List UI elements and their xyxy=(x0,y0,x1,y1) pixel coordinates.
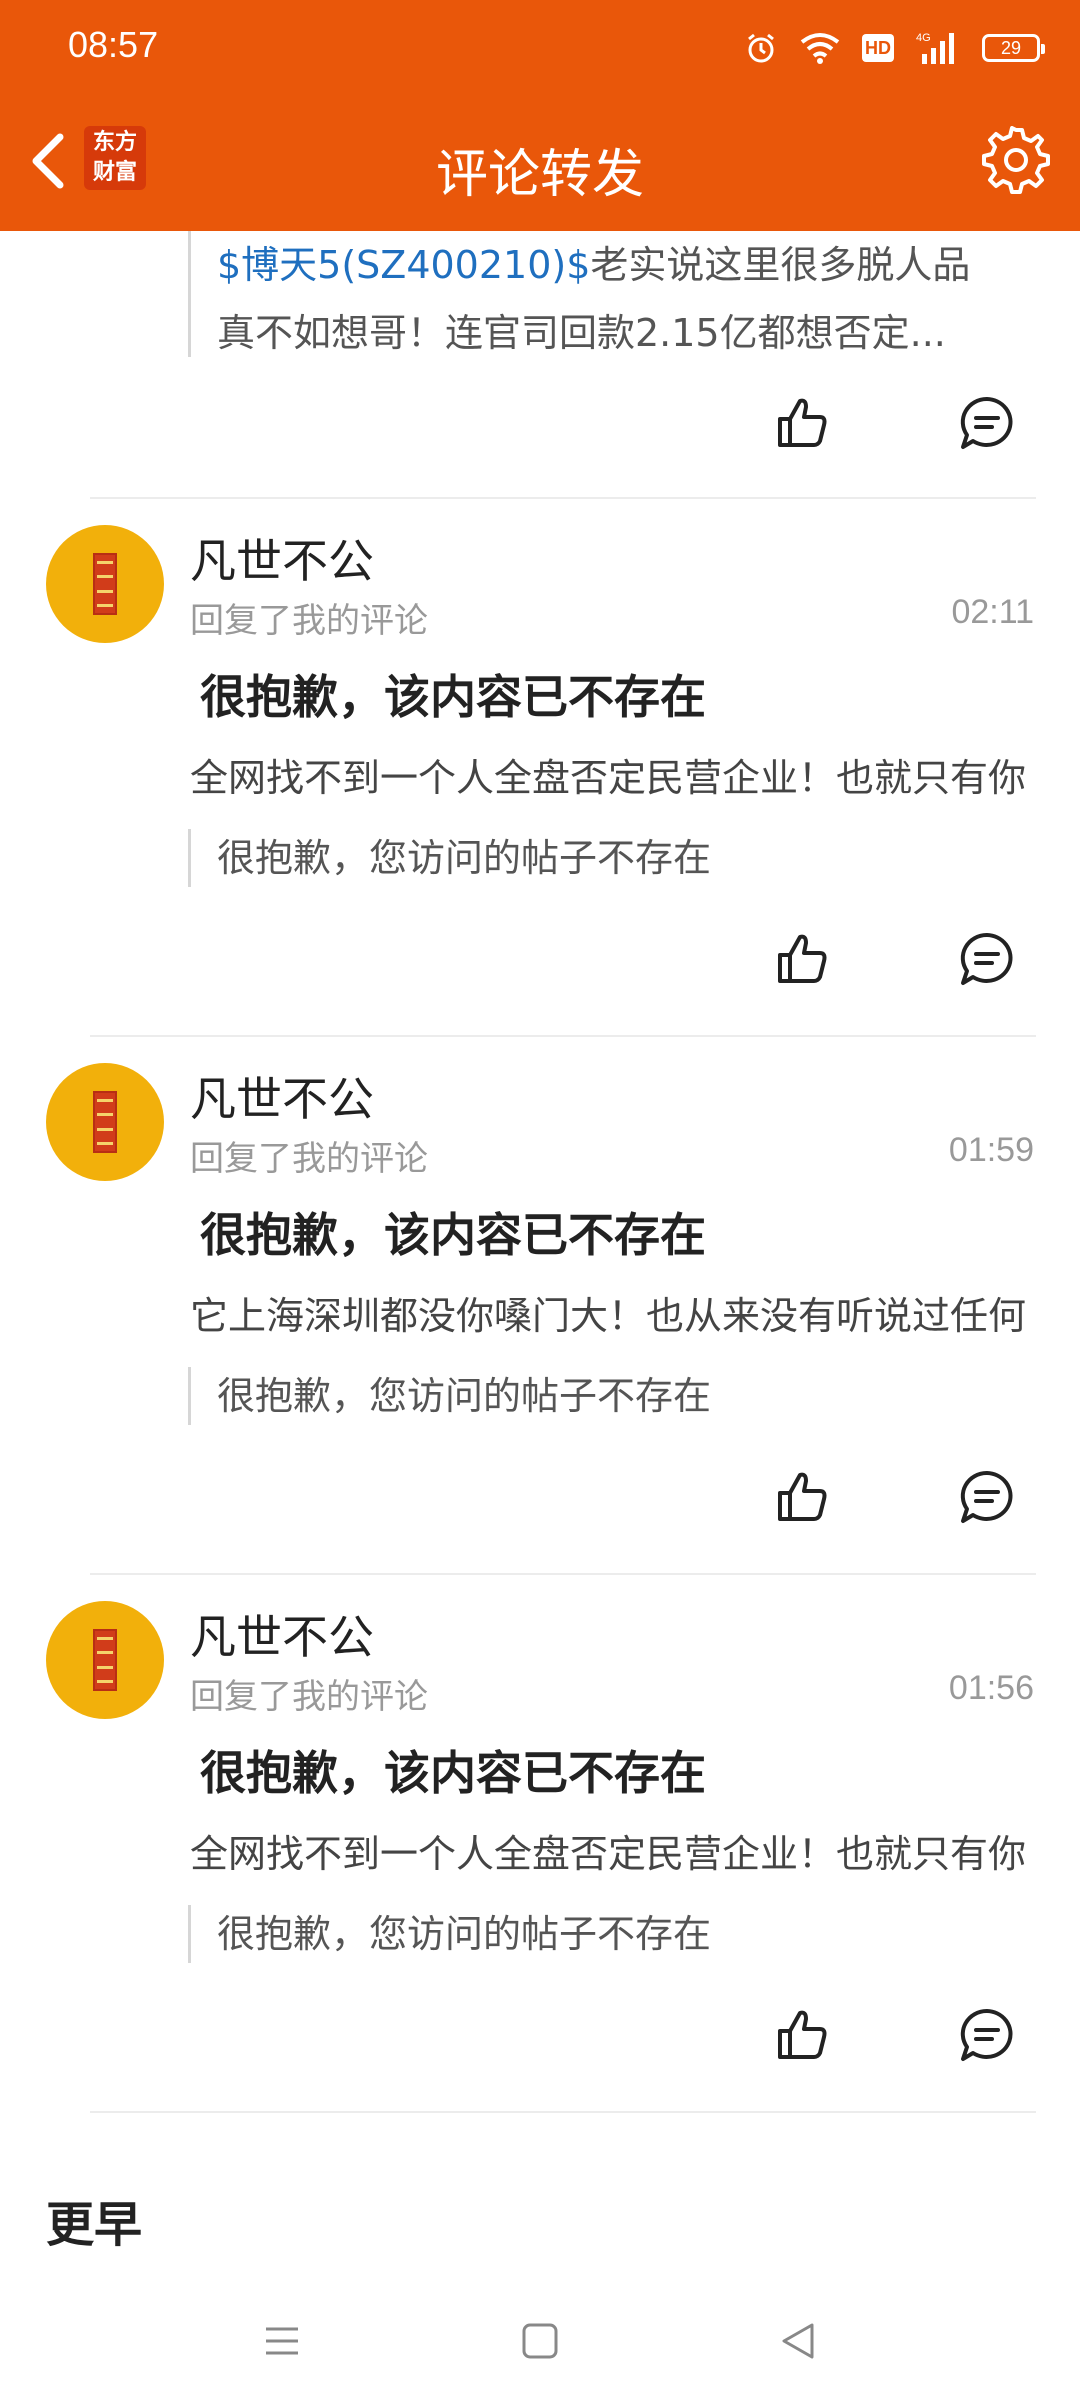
quote-text: 很抱歉，您访问的帖子不存在 xyxy=(217,1912,712,1956)
list-item[interactable]: 凡世不公 回复了我的评论 01:56 很抱歉，该内容已不存在 全网找不到一个人全… xyxy=(0,1575,1080,2111)
comment-button[interactable] xyxy=(955,391,1019,455)
comment-bubble-icon xyxy=(960,2008,1013,2061)
quoted-post[interactable]: 很抱歉，您访问的帖子不存在 xyxy=(188,1905,1038,1963)
quote-text: 很抱歉，您访问的帖子不存在 xyxy=(217,1374,712,1418)
quote-text: 老实说这里很多脱人品 xyxy=(590,243,971,287)
like-button[interactable] xyxy=(770,927,834,991)
seal-graphic xyxy=(93,1629,117,1691)
nav-bar: 东方 财富 评论转发 xyxy=(0,96,1080,231)
status-bar: 08:57 HD 4G 29 xyxy=(0,0,1080,96)
like-button[interactable] xyxy=(770,391,834,455)
thumbs-up-icon xyxy=(778,2010,827,2059)
list-item[interactable]: 凡世不公 回复了我的评论 02:11 很抱歉，该内容已不存在 全网找不到一个人全… xyxy=(0,499,1080,1035)
comment-bubble-icon xyxy=(960,1470,1013,1523)
comment-button[interactable] xyxy=(955,927,1019,991)
top-bar: 08:57 HD 4G 29 东方 财富 评论转发 xyxy=(0,0,1080,231)
quoted-post[interactable]: $博天5(SZ400210)$老实说这里很多脱人品 真不如想哥！连官司回款2.1… xyxy=(188,231,1038,357)
quote-text: 很抱歉，您访问的帖子不存在 xyxy=(217,836,712,880)
system-back-button[interactable] xyxy=(768,2311,828,2371)
action-text: 回复了我的评论 xyxy=(190,1139,428,1179)
alarm-icon xyxy=(744,31,778,65)
thumbs-up-icon xyxy=(778,934,827,983)
stock-tag-link[interactable]: $博天5(SZ400210)$ xyxy=(217,243,590,287)
thumbs-up-icon xyxy=(778,1472,827,1521)
seal-graphic xyxy=(93,1091,117,1153)
gear-icon xyxy=(982,126,1050,194)
triangle-back-icon xyxy=(782,2323,814,2359)
settings-button[interactable] xyxy=(980,124,1052,196)
wifi-icon xyxy=(800,32,840,64)
quoted-post[interactable]: 很抱歉，您访问的帖子不存在 xyxy=(188,1367,1038,1425)
hd-badge: HD xyxy=(862,34,894,62)
headline[interactable]: 很抱歉，该内容已不存在 xyxy=(200,1737,706,1803)
avatar[interactable] xyxy=(46,1063,164,1181)
timestamp: 01:59 xyxy=(948,1131,1034,1169)
headline[interactable]: 很抱歉，该内容已不存在 xyxy=(200,1199,706,1265)
comment-button[interactable] xyxy=(955,2003,1019,2067)
comment-bubble-icon xyxy=(960,396,1013,449)
username[interactable]: 凡世不公 xyxy=(190,1601,374,1667)
menu-icon xyxy=(266,2327,298,2355)
system-nav-bar xyxy=(0,2271,1080,2400)
action-text: 回复了我的评论 xyxy=(190,601,428,641)
quoted-post[interactable]: 很抱歉，您访问的帖子不存在 xyxy=(188,829,1038,887)
headline[interactable]: 很抱歉，该内容已不存在 xyxy=(200,661,706,727)
timestamp: 02:11 xyxy=(951,593,1034,631)
avatar[interactable] xyxy=(46,525,164,643)
section-header-earlier: 更早 xyxy=(46,2197,143,2253)
reply-text[interactable]: 全网找不到一个人全盘否定民营企业！也就只有你 xyxy=(190,1823,1036,1878)
quote-text-line2: 真不如想哥！连官司回款2.15亿都想否定... xyxy=(217,311,946,355)
page-title: 评论转发 xyxy=(435,145,644,205)
like-button[interactable] xyxy=(770,2003,834,2067)
comment-bubble-icon xyxy=(960,932,1013,985)
home-square-icon xyxy=(522,2323,558,2359)
reply-text[interactable]: 全网找不到一个人全盘否定民营企业！也就只有你 xyxy=(190,747,1036,802)
svg-text:4G: 4G xyxy=(916,32,931,44)
status-icons: HD 4G 29 xyxy=(744,28,1045,68)
home-button[interactable] xyxy=(510,2311,570,2371)
battery-indicator: 29 xyxy=(982,34,1045,62)
thumbs-up-icon xyxy=(778,398,827,447)
avatar[interactable] xyxy=(46,1601,164,1719)
reply-text[interactable]: 它上海深圳都没你嗓门大！也从来没有听说过任何 xyxy=(190,1285,1036,1340)
username[interactable]: 凡世不公 xyxy=(190,525,374,591)
divider xyxy=(90,2111,1036,2113)
timestamp: 01:56 xyxy=(948,1669,1034,1707)
seal-graphic xyxy=(93,553,117,615)
comment-button[interactable] xyxy=(955,1465,1019,1529)
like-button[interactable] xyxy=(770,1465,834,1529)
notification-list[interactable]: $博天5(SZ400210)$老实说这里很多脱人品 真不如想哥！连官司回款2.1… xyxy=(0,231,1080,2271)
action-text: 回复了我的评论 xyxy=(190,1677,428,1717)
status-time: 08:57 xyxy=(68,24,159,65)
username[interactable]: 凡世不公 xyxy=(190,1063,374,1129)
menu-button[interactable] xyxy=(252,2311,312,2371)
cell-signal-icon: 4G xyxy=(916,30,960,66)
list-item[interactable]: 凡世不公 回复了我的评论 01:59 很抱歉，该内容已不存在 它上海深圳都没你嗓… xyxy=(0,1037,1080,1573)
